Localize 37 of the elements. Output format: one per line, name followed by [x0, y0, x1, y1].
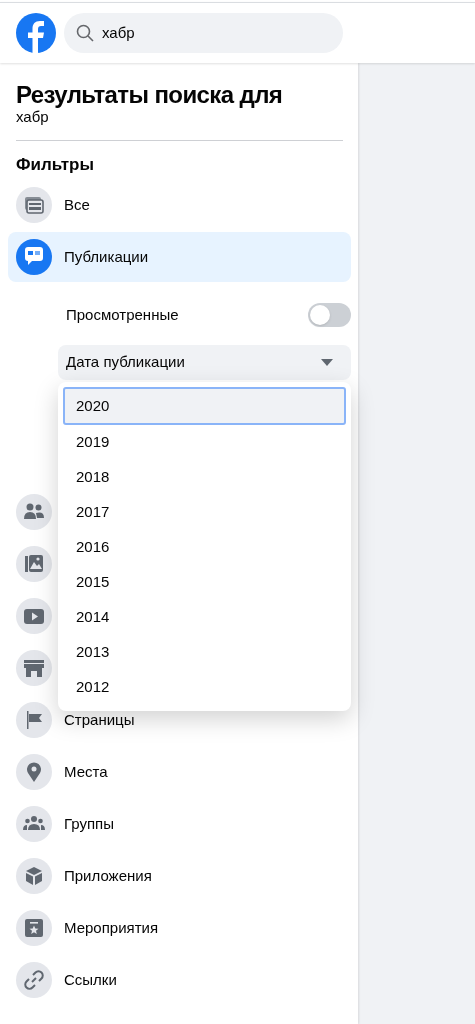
search-field[interactable]: хабр [64, 13, 343, 53]
year-option[interactable]: 2015 [63, 565, 346, 600]
toggle-switch[interactable] [308, 303, 351, 327]
year-option[interactable]: 2020 [63, 387, 346, 425]
year-option[interactable]: 2018 [63, 460, 346, 495]
toggle-label: Просмотренные [66, 304, 179, 325]
year-option[interactable]: 2019 [63, 425, 346, 460]
date-dropdown[interactable]: Дата публикации [58, 345, 351, 380]
year-option[interactable]: 2016 [63, 530, 346, 565]
store-icon [16, 650, 52, 686]
filter-item[interactable]: Ссылки [8, 955, 351, 1005]
year-option[interactable]: 2013 [63, 635, 346, 670]
filters-heading: Фильтры [16, 155, 95, 175]
filter-item[interactable]: Приложения [8, 851, 351, 901]
results-title: Результаты поиска для [16, 82, 284, 108]
search-query: хабр [16, 108, 50, 126]
cards-icon [16, 187, 52, 223]
search-icon [76, 24, 94, 42]
chat-bubble-icon [16, 239, 52, 275]
logo-icon[interactable] [16, 13, 56, 53]
video-play-icon [16, 598, 52, 634]
people-icon [16, 494, 52, 530]
year-option[interactable]: 2014 [63, 600, 346, 635]
filter-item[interactable]: Места [8, 747, 351, 797]
year-option[interactable]: 2017 [63, 495, 346, 530]
filter-item[interactable]: Все [8, 180, 351, 230]
photo-icon [16, 546, 52, 582]
link-icon [16, 962, 52, 998]
filter-item[interactable]: Мероприятия [8, 903, 351, 953]
filter-item[interactable]: Группы [8, 799, 351, 849]
search-text: хабр [102, 22, 135, 43]
location-pin-icon [16, 754, 52, 790]
flag-icon [16, 702, 52, 738]
cube-icon [16, 858, 52, 894]
caret-icon [321, 358, 333, 367]
filter-item[interactable]: Публикации [8, 232, 351, 282]
group-icon [16, 806, 52, 842]
